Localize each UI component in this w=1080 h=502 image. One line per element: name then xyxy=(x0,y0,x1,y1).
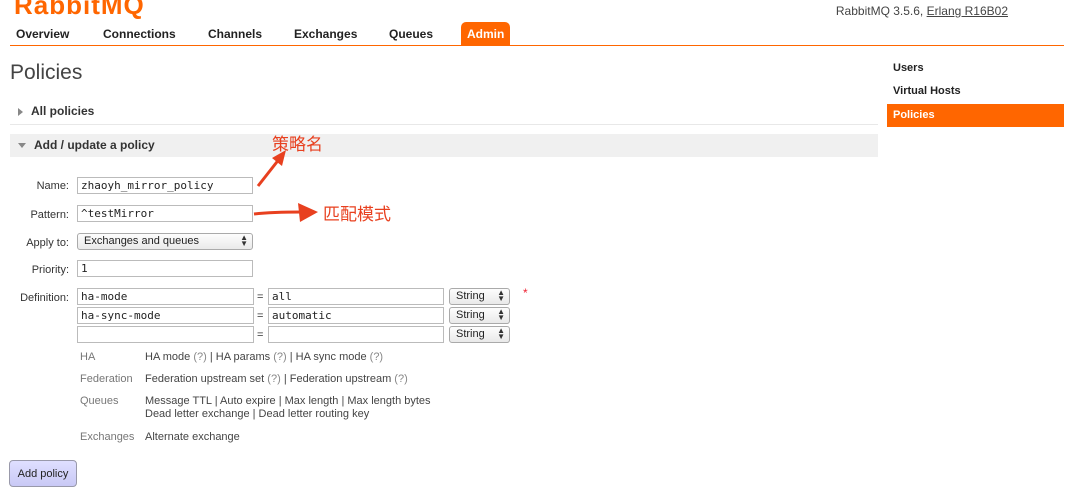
section-all-policies-toggle[interactable]: All policies xyxy=(10,100,878,123)
section-divider xyxy=(10,124,878,125)
annotation-arrow-icon xyxy=(253,203,318,222)
apply-to-select[interactable]: Exchanges and queues ▲ ▼ xyxy=(77,233,253,250)
help-queues-links-2[interactable]: Dead letter exchange | Dead letter routi… xyxy=(145,408,369,421)
definition-key-input[interactable] xyxy=(77,326,254,343)
erlang-version: Erlang R16B02 xyxy=(926,4,1008,18)
name-label: Name: xyxy=(36,180,69,192)
add-policy-button[interactable]: Add policy xyxy=(9,460,77,487)
sidebar-item-users[interactable]: Users xyxy=(887,57,1064,80)
definition-value-input[interactable] xyxy=(268,307,444,324)
help-federation-links: Federation upstream set (?) | Federation… xyxy=(145,373,408,385)
help-queues-links[interactable]: Message TTL | Auto expire | Max length |… xyxy=(145,395,431,408)
help-icon[interactable]: (?) xyxy=(267,373,280,385)
tab-queues[interactable]: Queues xyxy=(383,22,439,45)
pattern-label: Pattern: xyxy=(30,209,69,221)
sidebar-item-virtual-hosts[interactable]: Virtual Hosts xyxy=(887,80,1064,103)
help-link-federation-upstream-set[interactable]: Federation upstream set xyxy=(145,373,264,385)
help-link-ha-sync-mode[interactable]: HA sync mode xyxy=(296,351,367,363)
pattern-input[interactable] xyxy=(77,205,253,222)
select-arrows-icon: ▲ ▼ xyxy=(497,326,505,341)
main-nav-tabs: Overview Connections Channels Exchanges … xyxy=(10,22,1064,46)
collapsed-triangle-icon xyxy=(18,107,23,116)
name-input[interactable] xyxy=(77,177,253,194)
definition-key-input[interactable] xyxy=(77,288,254,305)
mandatory-mark: * xyxy=(523,286,528,300)
help-link-federation-upstream[interactable]: Federation upstream xyxy=(290,373,392,385)
rabbitmq-logo: RabbitMQ xyxy=(14,0,145,20)
definition-key-input[interactable] xyxy=(77,307,254,324)
equals-sign: = xyxy=(257,291,264,303)
tab-exchanges[interactable]: Exchanges xyxy=(288,22,363,45)
sidebar-item-policies[interactable]: Policies xyxy=(887,104,1064,127)
definition-value-input[interactable] xyxy=(268,326,444,343)
help-heading-federation: Federation xyxy=(80,373,133,385)
equals-sign: = xyxy=(257,310,264,322)
definition-type-select[interactable]: String ▲ ▼ xyxy=(449,307,510,324)
select-arrows-icon: ▲ ▼ xyxy=(497,288,505,303)
tab-admin[interactable]: Admin xyxy=(461,22,511,45)
priority-input[interactable] xyxy=(77,260,253,277)
help-heading-exchanges: Exchanges xyxy=(80,431,135,443)
section-add-policy-toggle[interactable]: Add / update a policy xyxy=(10,134,878,157)
help-heading-queues: Queues xyxy=(80,395,119,407)
equals-sign: = xyxy=(257,329,264,341)
annotation-arrow-icon xyxy=(256,150,286,187)
help-ha-links: HA mode (?) | HA params (?) | HA sync mo… xyxy=(145,351,384,363)
page-title: Policies xyxy=(10,61,83,84)
help-icon[interactable]: (?) xyxy=(394,373,407,385)
definition-value-input[interactable] xyxy=(268,288,444,305)
definition-type-select[interactable]: String ▲ ▼ xyxy=(449,326,510,343)
tab-channels[interactable]: Channels xyxy=(202,22,268,45)
help-heading-ha: HA xyxy=(80,351,96,363)
select-arrows-icon: ▲ ▼ xyxy=(497,307,505,322)
version-info: RabbitMQ 3.5.6, Erlang R16B02 xyxy=(835,4,1008,18)
help-link-ha-params[interactable]: HA params xyxy=(216,351,270,363)
definition-label: Definition: xyxy=(20,292,69,304)
tab-overview[interactable]: Overview xyxy=(10,22,75,45)
help-icon[interactable]: (?) xyxy=(193,351,206,363)
expanded-triangle-icon xyxy=(18,143,26,149)
tab-connections[interactable]: Connections xyxy=(97,22,182,45)
annotation-match-pattern: 匹配模式 xyxy=(323,205,391,225)
select-arrows-icon: ▲ ▼ xyxy=(240,233,248,248)
priority-label: Priority: xyxy=(31,264,69,276)
help-icon[interactable]: (?) xyxy=(370,351,383,363)
help-exchanges-links[interactable]: Alternate exchange xyxy=(145,431,240,444)
help-icon[interactable]: (?) xyxy=(273,351,286,363)
help-link-ha-mode[interactable]: HA mode xyxy=(145,351,190,363)
definition-type-select[interactable]: String ▲ ▼ xyxy=(449,288,510,305)
apply-to-label: Apply to: xyxy=(26,237,69,249)
